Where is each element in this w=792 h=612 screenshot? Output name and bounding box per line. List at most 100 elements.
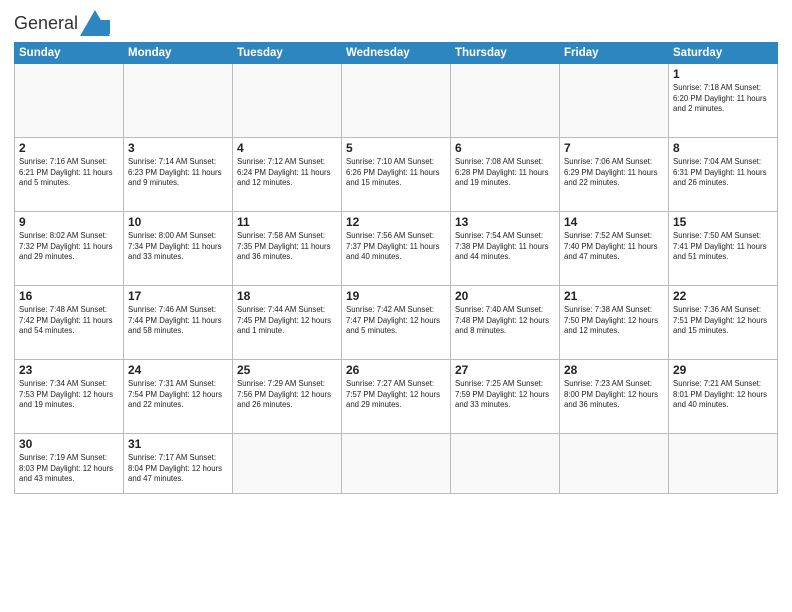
day-number: 16 [19, 289, 119, 303]
calendar-week-row: 9Sunrise: 8:02 AM Sunset: 7:32 PM Daylig… [15, 212, 778, 286]
calendar-cell [342, 64, 451, 138]
calendar-cell: 19 Sunrise: 7:42 AM Sunset: 7:47 PM Dayli… [342, 286, 451, 360]
day-number: 26 [346, 363, 446, 377]
calendar-cell: 24 Sunrise: 7:31 AM Sunset: 7:54 PM Dayli… [124, 360, 233, 434]
day-number: 4 [237, 141, 337, 155]
day-info: Sunrise: 7:25 AM Sunset: 7:59 PM Dayligh… [455, 379, 555, 411]
calendar-cell [15, 64, 124, 138]
logo-text: General [14, 13, 78, 34]
day-info: Sunrise: 7:56 AM Sunset: 7:37 PM Dayligh… [346, 231, 446, 263]
day-info: Sunrise: 7:42 AM Sunset: 7:47 PM Dayligh… [346, 305, 446, 337]
day-info: Sunrise: 7:40 AM Sunset: 7:48 PM Dayligh… [455, 305, 555, 337]
calendar-cell: 18 Sunrise: 7:44 AM Sunset: 7:45 PM Dayli… [233, 286, 342, 360]
day-number: 27 [455, 363, 555, 377]
day-number: 10 [128, 215, 228, 229]
day-number: 24 [128, 363, 228, 377]
calendar-header: SundayMondayTuesdayWednesdayThursdayFrid… [15, 43, 778, 64]
day-number: 21 [564, 289, 664, 303]
day-info: Sunrise: 7:23 AM Sunset: 8:00 PM Dayligh… [564, 379, 664, 411]
calendar-cell [451, 64, 560, 138]
weekday-header: Friday [560, 43, 669, 64]
page: General SundayMondayTuesdayWednesdayThur… [0, 0, 792, 502]
calendar-cell: 4 Sunrise: 7:12 AM Sunset: 6:24 PM Daylig… [233, 138, 342, 212]
day-info: Sunrise: 7:04 AM Sunset: 6:31 PM Dayligh… [673, 157, 773, 189]
calendar-week-row: 1Sunrise: 7:18 AM Sunset: 6:20 PM Daylig… [15, 64, 778, 138]
day-info: Sunrise: 7:06 AM Sunset: 6:29 PM Dayligh… [564, 157, 664, 189]
header: General [14, 10, 778, 36]
day-info: Sunrise: 7:29 AM Sunset: 7:56 PM Dayligh… [237, 379, 337, 411]
calendar-cell: 20 Sunrise: 7:40 AM Sunset: 7:48 PM Dayli… [451, 286, 560, 360]
day-number: 2 [19, 141, 119, 155]
day-number: 6 [455, 141, 555, 155]
calendar-cell: 6 Sunrise: 7:08 AM Sunset: 6:28 PM Daylig… [451, 138, 560, 212]
calendar-cell: 25Sunrise: 7:29 AM Sunset: 7:56 PM Dayli… [233, 360, 342, 434]
calendar-cell: 16 Sunrise: 7:48 AM Sunset: 7:42 PM Dayli… [15, 286, 124, 360]
weekday-header: Sunday [15, 43, 124, 64]
calendar-table: SundayMondayTuesdayWednesdayThursdayFrid… [14, 42, 778, 494]
calendar-cell: 15Sunrise: 7:50 AM Sunset: 7:41 PM Dayli… [669, 212, 778, 286]
day-info: Sunrise: 7:31 AM Sunset: 7:54 PM Dayligh… [128, 379, 228, 411]
day-number: 28 [564, 363, 664, 377]
calendar-cell: 9Sunrise: 8:02 AM Sunset: 7:32 PM Daylig… [15, 212, 124, 286]
day-number: 13 [455, 215, 555, 229]
calendar-cell [124, 64, 233, 138]
calendar-cell: 10Sunrise: 8:00 AM Sunset: 7:34 PM Dayli… [124, 212, 233, 286]
calendar-cell: 21Sunrise: 7:38 AM Sunset: 7:50 PM Dayli… [560, 286, 669, 360]
day-info: Sunrise: 8:02 AM Sunset: 7:32 PM Dayligh… [19, 231, 119, 263]
calendar-cell: 22 Sunrise: 7:36 AM Sunset: 7:51 PM Dayli… [669, 286, 778, 360]
logo-icon [80, 10, 110, 36]
logo-area: General [14, 10, 110, 36]
calendar-week-row: 23 Sunrise: 7:34 AM Sunset: 7:53 PM Dayli… [15, 360, 778, 434]
calendar-cell: 29 Sunrise: 7:21 AM Sunset: 8:01 PM Dayli… [669, 360, 778, 434]
day-number: 1 [673, 67, 773, 81]
calendar-cell: 23 Sunrise: 7:34 AM Sunset: 7:53 PM Dayli… [15, 360, 124, 434]
calendar-cell: 2Sunrise: 7:16 AM Sunset: 6:21 PM Daylig… [15, 138, 124, 212]
calendar-cell: 30 Sunrise: 7:19 AM Sunset: 8:03 PM Dayli… [15, 434, 124, 494]
day-info: Sunrise: 7:14 AM Sunset: 6:23 PM Dayligh… [128, 157, 228, 189]
calendar-cell: 31 Sunrise: 7:17 AM Sunset: 8:04 PM Dayli… [124, 434, 233, 494]
day-info: Sunrise: 7:46 AM Sunset: 7:44 PM Dayligh… [128, 305, 228, 337]
day-info: Sunrise: 7:21 AM Sunset: 8:01 PM Dayligh… [673, 379, 773, 411]
day-number: 8 [673, 141, 773, 155]
logo: General [14, 10, 110, 36]
weekday-header: Tuesday [233, 43, 342, 64]
day-info: Sunrise: 7:58 AM Sunset: 7:35 PM Dayligh… [237, 231, 337, 263]
day-number: 30 [19, 437, 119, 451]
day-info: Sunrise: 7:48 AM Sunset: 7:42 PM Dayligh… [19, 305, 119, 337]
calendar-week-row: 30 Sunrise: 7:19 AM Sunset: 8:03 PM Dayli… [15, 434, 778, 494]
calendar-cell: 14Sunrise: 7:52 AM Sunset: 7:40 PM Dayli… [560, 212, 669, 286]
day-info: Sunrise: 7:36 AM Sunset: 7:51 PM Dayligh… [673, 305, 773, 337]
calendar-cell [233, 64, 342, 138]
calendar-cell: 27 Sunrise: 7:25 AM Sunset: 7:59 PM Dayli… [451, 360, 560, 434]
calendar-cell: 8 Sunrise: 7:04 AM Sunset: 6:31 PM Daylig… [669, 138, 778, 212]
day-number: 3 [128, 141, 228, 155]
calendar-cell: 28 Sunrise: 7:23 AM Sunset: 8:00 PM Dayli… [560, 360, 669, 434]
day-number: 18 [237, 289, 337, 303]
day-info: Sunrise: 7:12 AM Sunset: 6:24 PM Dayligh… [237, 157, 337, 189]
day-number: 23 [19, 363, 119, 377]
calendar-cell: 12 Sunrise: 7:56 AM Sunset: 7:37 PM Dayli… [342, 212, 451, 286]
calendar-cell: 7 Sunrise: 7:06 AM Sunset: 6:29 PM Daylig… [560, 138, 669, 212]
day-number: 17 [128, 289, 228, 303]
day-info: Sunrise: 7:34 AM Sunset: 7:53 PM Dayligh… [19, 379, 119, 411]
day-info: Sunrise: 7:54 AM Sunset: 7:38 PM Dayligh… [455, 231, 555, 263]
day-number: 29 [673, 363, 773, 377]
day-number: 22 [673, 289, 773, 303]
day-number: 12 [346, 215, 446, 229]
day-number: 20 [455, 289, 555, 303]
day-info: Sunrise: 7:08 AM Sunset: 6:28 PM Dayligh… [455, 157, 555, 189]
weekday-header: Wednesday [342, 43, 451, 64]
day-info: Sunrise: 7:44 AM Sunset: 7:45 PM Dayligh… [237, 305, 337, 337]
calendar-cell [233, 434, 342, 494]
day-number: 7 [564, 141, 664, 155]
calendar-cell: 26Sunrise: 7:27 AM Sunset: 7:57 PM Dayli… [342, 360, 451, 434]
weekday-header: Monday [124, 43, 233, 64]
day-info: Sunrise: 7:17 AM Sunset: 8:04 PM Dayligh… [128, 453, 228, 485]
day-number: 19 [346, 289, 446, 303]
calendar-cell: 5Sunrise: 7:10 AM Sunset: 6:26 PM Daylig… [342, 138, 451, 212]
day-number: 14 [564, 215, 664, 229]
day-info: Sunrise: 7:19 AM Sunset: 8:03 PM Dayligh… [19, 453, 119, 485]
calendar-body: 1Sunrise: 7:18 AM Sunset: 6:20 PM Daylig… [15, 64, 778, 494]
day-number: 31 [128, 437, 228, 451]
calendar-cell: 11Sunrise: 7:58 AM Sunset: 7:35 PM Dayli… [233, 212, 342, 286]
